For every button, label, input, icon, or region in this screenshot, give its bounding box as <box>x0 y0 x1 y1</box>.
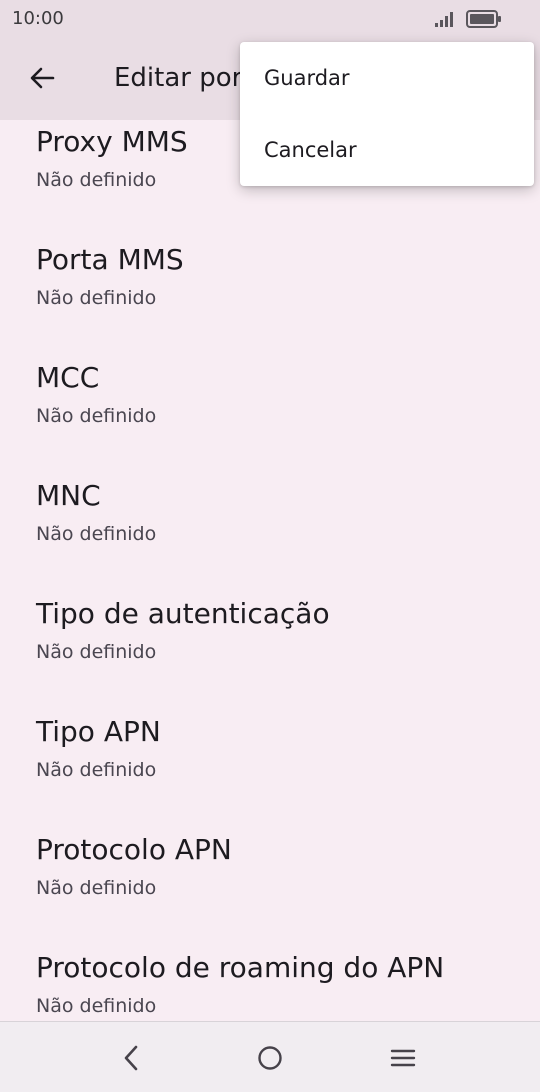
status-time: 10:00 <box>12 8 64 29</box>
menu-icon[interactable] <box>383 1038 423 1078</box>
list-item-title: Protocolo APN <box>36 833 232 866</box>
list-item-apn-roaming-protocol[interactable]: Protocolo de roaming do APN Não definido <box>0 951 540 1020</box>
list-item-auth-type[interactable]: Tipo de autenticação Não definido <box>0 597 540 715</box>
list-item-apn-protocol[interactable]: Protocolo APN Não definido <box>0 833 540 951</box>
list-item-title: MCC <box>36 361 100 394</box>
list-item-value: Não definido <box>36 287 157 309</box>
home-icon[interactable] <box>250 1038 290 1078</box>
apn-settings-list[interactable]: Proxy MMS Não definido Porta MMS Não def… <box>0 120 540 1020</box>
list-item-value: Não definido <box>36 169 157 191</box>
menu-item-save[interactable]: Guardar <box>240 42 534 114</box>
signal-icon <box>435 12 453 27</box>
list-item-value: Não definido <box>36 995 157 1017</box>
back-icon[interactable] <box>112 1038 152 1078</box>
list-item-title: Proxy MMS <box>36 125 188 158</box>
list-item-value: Não definido <box>36 759 157 781</box>
list-item-mcc[interactable]: MCC Não definido <box>0 361 540 479</box>
status-bar: 10:00 <box>0 0 540 40</box>
list-item-value: Não definido <box>36 523 157 545</box>
list-item-value: Não definido <box>36 405 157 427</box>
list-item-title: Protocolo de roaming do APN <box>36 951 445 984</box>
list-item-title: MNC <box>36 479 101 512</box>
list-item-value: Não definido <box>36 877 157 899</box>
menu-item-cancel[interactable]: Cancelar <box>240 114 534 186</box>
overflow-menu: Guardar Cancelar <box>240 42 534 186</box>
list-item-title: Tipo de autenticação <box>36 597 330 630</box>
list-item-title: Porta MMS <box>36 243 184 276</box>
back-arrow-icon[interactable] <box>22 58 62 98</box>
list-item-porta-mms[interactable]: Porta MMS Não definido <box>0 243 540 361</box>
status-icons <box>434 10 502 28</box>
list-item-title: Tipo APN <box>36 715 161 748</box>
navigation-bar <box>0 1021 540 1092</box>
list-item-apn-type[interactable]: Tipo APN Não definido <box>0 715 540 833</box>
battery-icon <box>466 10 501 28</box>
list-item-mnc[interactable]: MNC Não definido <box>0 479 540 597</box>
list-item-value: Não definido <box>36 641 157 663</box>
page-title: Editar por <box>114 63 243 93</box>
